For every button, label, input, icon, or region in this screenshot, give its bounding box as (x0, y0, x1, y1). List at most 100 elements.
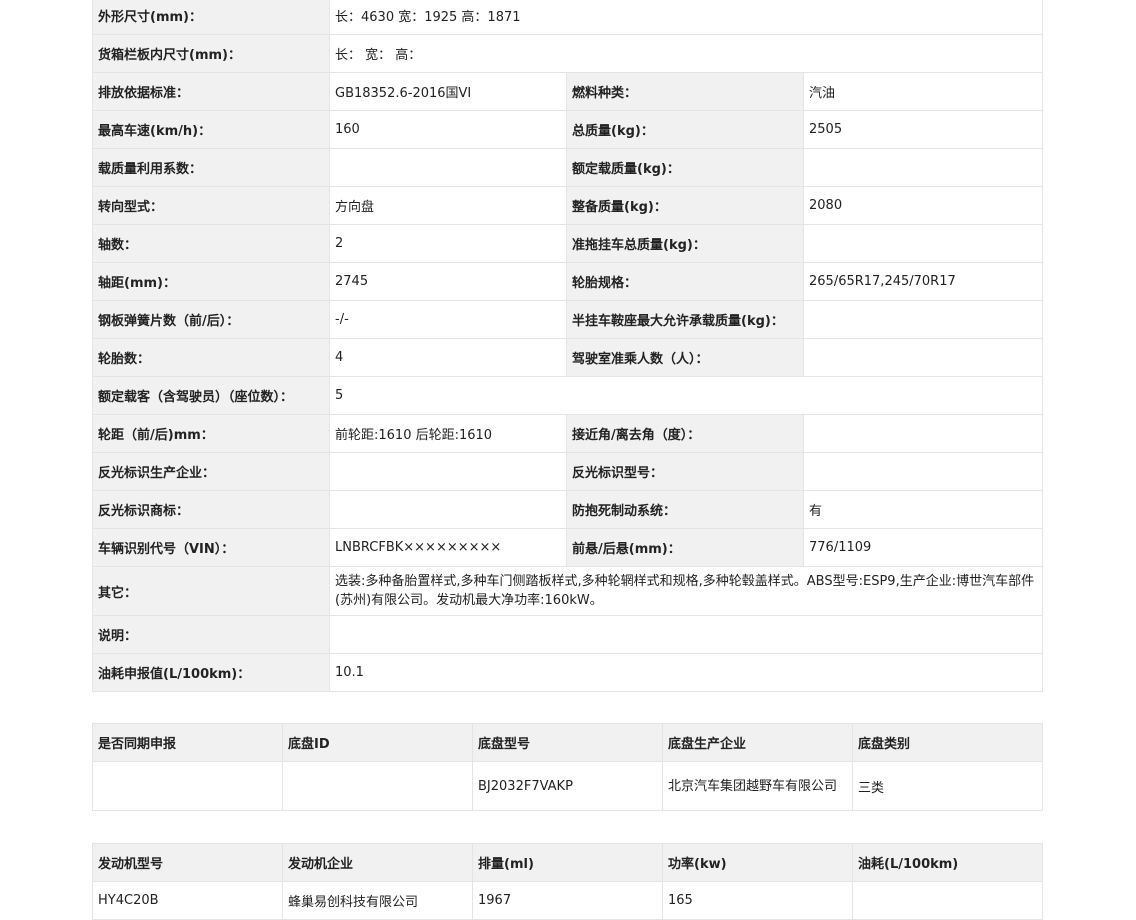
spec-value: 有 (802, 490, 1044, 529)
column-header: 底盘生产企业 (662, 723, 853, 762)
spec-label: 额定载质量(kg)： (566, 148, 804, 187)
spec-label: 驾驶室准乘人数（人）： (566, 338, 804, 377)
spec-value (329, 148, 567, 187)
spec-row: 反光标识生产企业： 反光标识型号： (92, 452, 1044, 491)
spec-label: 准拖挂车总质量(kg)： (566, 224, 804, 263)
spec-value: 4 (329, 338, 567, 377)
chassis-header-row: 是否同期申报 底盘ID 底盘型号 底盘生产企业 底盘类别 (92, 723, 1043, 762)
table-cell (282, 761, 473, 811)
spec-value (802, 452, 1044, 491)
engine-table: 发动机型号 发动机企业 排量(ml) 功率(kw) 油耗(L/100km) HY… (92, 843, 1043, 920)
spec-row: 其它： 选装:多种备胎置样式,多种车门侧踏板样式,多种轮辋样式和规格,多种轮毂盖… (92, 566, 1044, 616)
column-header: 底盘ID (282, 723, 473, 762)
spec-value (802, 300, 1044, 339)
table-cell: 蜂巢易创科技有限公司 (282, 881, 473, 920)
table-cell: HY4C20B (92, 881, 283, 920)
spec-row: 额定载客（含驾驶员）（座位数）： 5 (92, 376, 1044, 415)
spec-label: 最高车速(km/h)： (92, 110, 330, 149)
table-cell (92, 761, 283, 811)
spec-value: -/- (329, 300, 567, 339)
spec-label: 额定载客（含驾驶员）（座位数）： (92, 376, 330, 415)
spec-value (328, 615, 1044, 654)
spec-row: 轴数： 2 准拖挂车总质量(kg)： (92, 224, 1044, 263)
spec-value: 2505 (802, 110, 1044, 149)
spec-row: 最高车速(km/h)： 160 总质量(kg)： 2505 (92, 110, 1044, 149)
spec-label: 反光标识生产企业： (92, 452, 330, 491)
spec-label: 总质量(kg)： (566, 110, 804, 149)
column-header: 发动机企业 (282, 843, 473, 882)
spec-row: 货箱栏板内尺寸(mm)： 长： 宽： 高： (92, 34, 1044, 73)
engine-header-row: 发动机型号 发动机企业 排量(ml) 功率(kw) 油耗(L/100km) (92, 843, 1043, 882)
spec-value: 2080 (802, 186, 1044, 225)
spec-label: 说明： (92, 615, 330, 654)
column-header: 底盘类别 (852, 723, 1043, 762)
column-header: 底盘型号 (472, 723, 663, 762)
table-cell: 北京汽车集团越野车有限公司 (662, 761, 853, 811)
spec-row: 轴距(mm)： 2745 轮胎规格： 265/65R17,245/70R17 (92, 262, 1044, 301)
spec-label: 整备质量(kg)： (566, 186, 804, 225)
table-cell: BJ2032F7VAKP (472, 761, 663, 811)
spec-value: 方向盘 (329, 186, 567, 225)
spec-value: 前轮距:1610 后轮距:1610 (329, 414, 567, 453)
column-header: 发动机型号 (92, 843, 283, 882)
spec-value: 长：4630 宽：1925 高：1871 (328, 0, 1044, 35)
chassis-table: 是否同期申报 底盘ID 底盘型号 底盘生产企业 底盘类别 BJ2032F7VAK… (92, 723, 1043, 811)
spec-value (329, 452, 567, 491)
spec-value: 长： 宽： 高： (328, 34, 1044, 73)
spec-value: 265/65R17,245/70R17 (802, 262, 1044, 301)
spec-value: 汽油 (802, 72, 1044, 111)
spec-label: 转向型式： (92, 186, 330, 225)
spec-label: 排放依据标准： (92, 72, 330, 111)
column-header: 功率(kw) (662, 843, 853, 882)
spec-label: 油耗申报值(L/100km)： (92, 653, 330, 692)
column-header: 排量(ml) (472, 843, 663, 882)
spec-row: 钢板弹簧片数（前/后）： -/- 半挂车鞍座最大允许承载质量(kg)： (92, 300, 1044, 339)
table-row: HY4C20B 蜂巢易创科技有限公司 1967 165 (92, 881, 1043, 920)
spec-row: 载质量利用系数： 额定载质量(kg)： (92, 148, 1044, 187)
table-cell: 1967 (472, 881, 663, 920)
spec-value (802, 224, 1044, 263)
spec-value: 160 (329, 110, 567, 149)
spec-label: 前悬/后悬(mm)： (566, 528, 804, 567)
spec-label: 钢板弹簧片数（前/后）： (92, 300, 330, 339)
spec-value (802, 338, 1044, 377)
spec-value: 5 (328, 376, 1044, 415)
spec-row: 反光标识商标： 防抱死制动系统： 有 (92, 490, 1044, 529)
spec-label: 轴距(mm)： (92, 262, 330, 301)
spec-label: 接近角/离去角（度）： (566, 414, 804, 453)
spec-label: 轴数： (92, 224, 330, 263)
spec-row: 车辆识别代号（VIN）： LNBRCFBK××××××××× 前悬/后悬(mm)… (92, 528, 1044, 567)
table-row: BJ2032F7VAKP 北京汽车集团越野车有限公司 三类 (92, 761, 1043, 811)
spec-label: 半挂车鞍座最大允许承载质量(kg)： (566, 300, 804, 339)
spec-row: 外形尺寸(mm)： 长：4630 宽：1925 高：1871 (92, 0, 1044, 35)
spec-row: 轮胎数： 4 驾驶室准乘人数（人）： (92, 338, 1044, 377)
spec-value (802, 414, 1044, 453)
spec-row: 说明： (92, 615, 1044, 654)
vehicle-spec-table: 外形尺寸(mm)： 长：4630 宽：1925 高：1871 货箱栏板内尺寸(m… (92, 0, 1044, 692)
spec-value: GB18352.6-2016国VI (329, 72, 567, 111)
table-cell: 165 (662, 881, 853, 920)
spec-value: 2745 (329, 262, 567, 301)
spec-value: LNBRCFBK××××××××× (329, 528, 567, 567)
spec-label: 燃料种类： (566, 72, 804, 111)
spec-row: 轮距（前/后)mm： 前轮距:1610 后轮距:1610 接近角/离去角（度）： (92, 414, 1044, 453)
spec-value: 选装:多种备胎置样式,多种车门侧踏板样式,多种轮辋样式和规格,多种轮毂盖样式。A… (328, 566, 1044, 616)
spec-row: 油耗申报值(L/100km)： 10.1 (92, 653, 1044, 692)
spec-label: 其它： (92, 566, 330, 616)
spec-label: 载质量利用系数： (92, 148, 330, 187)
spec-label: 外形尺寸(mm)： (92, 0, 330, 35)
spec-label: 轮胎规格： (566, 262, 804, 301)
table-cell (852, 881, 1043, 920)
spec-label: 轮胎数： (92, 338, 330, 377)
spec-label: 反光标识商标： (92, 490, 330, 529)
spec-value: 776/1109 (802, 528, 1044, 567)
spec-value: 10.1 (328, 653, 1044, 692)
spec-value (802, 148, 1044, 187)
table-cell: 三类 (852, 761, 1043, 811)
spec-row: 排放依据标准： GB18352.6-2016国VI 燃料种类： 汽油 (92, 72, 1044, 111)
spec-row: 转向型式： 方向盘 整备质量(kg)： 2080 (92, 186, 1044, 225)
spec-value: 2 (329, 224, 567, 263)
column-header: 油耗(L/100km) (852, 843, 1043, 882)
spec-label: 反光标识型号： (566, 452, 804, 491)
spec-label: 货箱栏板内尺寸(mm)： (92, 34, 330, 73)
